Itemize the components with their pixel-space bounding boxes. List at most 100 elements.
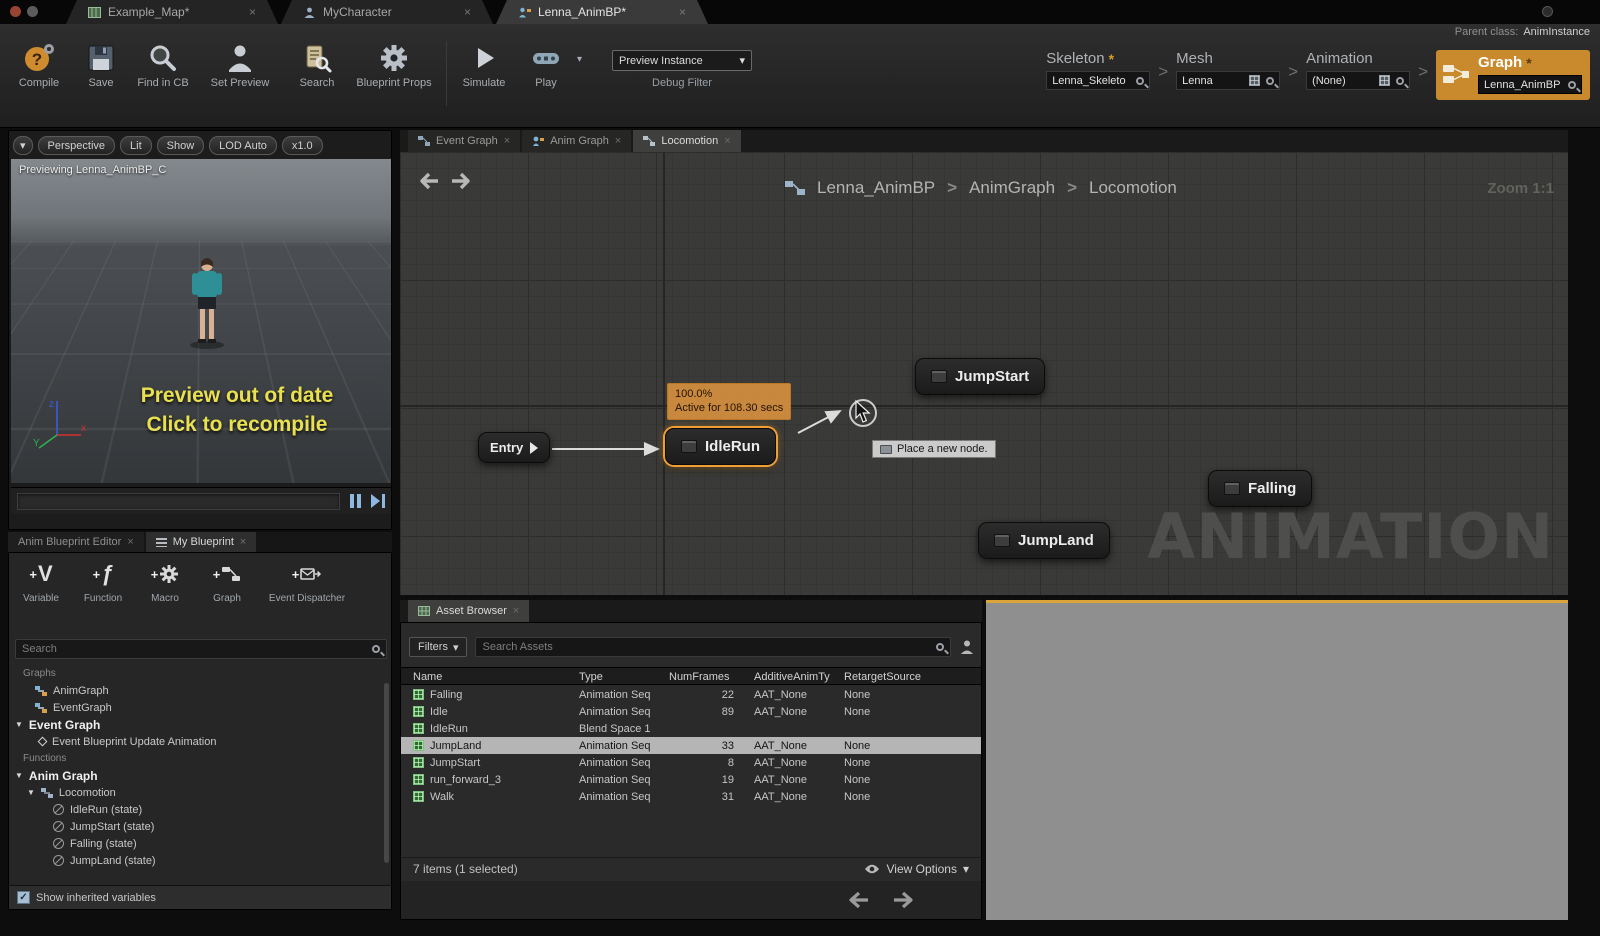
column-retarget[interactable]: RetargetSource xyxy=(844,671,961,683)
window-tab-lenna-animbp[interactable]: Lenna_AnimBP* × xyxy=(496,0,708,24)
column-name[interactable]: Name xyxy=(413,671,579,683)
tab-my-blueprint[interactable]: My Blueprint × xyxy=(145,532,257,552)
window-tab-example-map[interactable]: Example_Map* × xyxy=(66,0,278,24)
show-button[interactable]: Show xyxy=(156,136,205,155)
expander-icon[interactable]: ▼ xyxy=(15,720,23,729)
checkbox-checked[interactable]: ✓ xyxy=(17,891,30,904)
tree-item-event-bp-update[interactable]: Event Blueprint Update Animation xyxy=(9,733,391,750)
column-numframes[interactable]: NumFrames xyxy=(669,671,754,683)
compile-button[interactable]: ? Compile xyxy=(8,40,70,91)
preview-instance-dropdown[interactable]: Preview Instance ▾ xyxy=(612,50,752,71)
expander-icon[interactable]: ▼ xyxy=(27,788,35,797)
preview-warning[interactable]: Preview out of date Click to recompile xyxy=(91,381,383,440)
search-icon[interactable] xyxy=(1568,80,1576,89)
my-blueprint-search[interactable] xyxy=(15,639,387,659)
asset-row-jumpstart[interactable]: JumpStart Animation Seq 8 AAT_None None xyxy=(401,754,981,771)
close-icon[interactable]: × xyxy=(127,536,133,548)
asset-table-header[interactable]: Name Type NumFrames AdditiveAnimTy Retar… xyxy=(401,667,981,685)
tab-asset-browser[interactable]: Asset Browser × xyxy=(408,600,530,622)
column-type[interactable]: Type xyxy=(579,671,669,683)
perspective-button[interactable]: Perspective xyxy=(37,136,116,155)
viewport-menu-button[interactable]: ▾ xyxy=(13,136,33,155)
search-icon[interactable] xyxy=(1136,76,1145,85)
graph-canvas[interactable]: Lenna_AnimBP > AnimGraph > Locomotion Zo… xyxy=(400,152,1568,595)
asset-row-falling[interactable]: Falling Animation Seq 22 AAT_None None xyxy=(401,686,981,703)
user-filter-icon[interactable] xyxy=(959,639,975,655)
search-icon[interactable] xyxy=(1266,76,1275,85)
graph-picker[interactable]: Lenna_AnimBP xyxy=(1478,75,1582,94)
close-icon[interactable]: × xyxy=(724,135,730,147)
play-button[interactable]: Play xyxy=(515,40,577,91)
asset-grid-icon[interactable] xyxy=(1379,75,1391,86)
asset-search-input[interactable] xyxy=(482,641,936,653)
add-graph-button[interactable]: + Graph xyxy=(197,559,257,605)
column-additive[interactable]: AdditiveAnimTy xyxy=(754,671,844,683)
asset-row-run-forward-3[interactable]: run_forward_3 Animation Seq 19 AAT_None … xyxy=(401,771,981,788)
play-dropdown-caret[interactable]: ▾ xyxy=(577,54,582,65)
window-dot-right[interactable] xyxy=(1542,6,1553,17)
asset-grid-icon[interactable] xyxy=(1249,75,1261,86)
skeleton-picker[interactable]: Lenna_Skeleto xyxy=(1046,71,1151,90)
tree-section-graphs[interactable]: Graphs xyxy=(9,665,391,682)
node-jumpstart[interactable]: JumpStart xyxy=(915,358,1046,395)
node-entry[interactable]: Entry xyxy=(478,432,551,463)
add-event-dispatcher-button[interactable]: + Event Dispatcher xyxy=(259,559,355,605)
tab-locomotion[interactable]: Locomotion × xyxy=(633,130,741,152)
blueprint-props-button[interactable]: Blueprint Props xyxy=(348,40,440,91)
simulate-button[interactable]: Simulate xyxy=(453,40,515,91)
next-asset-button[interactable] xyxy=(892,890,918,910)
pause-button[interactable] xyxy=(350,494,361,508)
viewport-3d-view[interactable]: Previewing Lenna_AnimBP_C Preview out of… xyxy=(11,159,391,483)
tab-event-graph[interactable]: Event Graph × xyxy=(408,130,521,152)
tab-anim-graph[interactable]: Anim Graph × xyxy=(522,130,632,152)
node-jumpland[interactable]: JumpLand xyxy=(978,522,1110,559)
filters-button[interactable]: Filters ▾ xyxy=(409,637,468,657)
close-icon[interactable]: × xyxy=(615,135,621,147)
close-icon[interactable]: × xyxy=(240,536,246,548)
asset-search[interactable] xyxy=(475,637,951,657)
add-variable-button[interactable]: + V Variable xyxy=(11,559,71,604)
window-dot-gray[interactable] xyxy=(27,6,38,17)
tree-item-jumpstart-state[interactable]: JumpStart (state) xyxy=(9,818,391,835)
node-idlerun[interactable]: IdleRun xyxy=(665,428,776,465)
tree-item-event-graph[interactable]: ▼ Event Graph xyxy=(9,716,391,733)
tree-item-animgraph[interactable]: AnimGraph xyxy=(9,682,391,699)
tree-section-functions[interactable]: Functions xyxy=(9,750,391,767)
output-pin-icon[interactable] xyxy=(530,441,539,454)
lod-auto-button[interactable]: LOD Auto xyxy=(209,136,277,155)
tab-anim-blueprint-editor[interactable]: Anim Blueprint Editor × xyxy=(8,532,144,552)
find-in-cb-button[interactable]: Find in CB xyxy=(132,40,194,91)
mesh-picker[interactable]: Lenna xyxy=(1176,71,1281,90)
search-button[interactable]: Search xyxy=(286,40,348,91)
add-function-button[interactable]: + ƒ Function xyxy=(73,559,133,604)
search-icon[interactable] xyxy=(1396,76,1405,85)
window-dot-red[interactable] xyxy=(10,6,21,17)
tree-item-eventgraph[interactable]: EventGraph xyxy=(9,699,391,716)
tree-item-falling-state[interactable]: Falling (state) xyxy=(9,835,391,852)
window-tab-mycharacter[interactable]: MyCharacter × xyxy=(281,0,493,24)
scrollbar[interactable] xyxy=(384,683,389,863)
tree-item-locomotion[interactable]: ▼ Locomotion xyxy=(9,784,391,801)
view-options-button[interactable]: View Options ▾ xyxy=(864,862,969,876)
close-icon[interactable]: × xyxy=(513,605,519,617)
add-macro-button[interactable]: + Macro xyxy=(135,559,195,604)
chain-graph-active[interactable]: Graph * Lenna_AnimBP xyxy=(1436,50,1590,100)
tree-item-jumpland-state[interactable]: JumpLand (state) xyxy=(9,852,391,869)
speed-button[interactable]: x1.0 xyxy=(281,136,323,155)
set-preview-button[interactable]: Set Preview xyxy=(194,40,286,91)
tree-item-idlerun-state[interactable]: IdleRun (state) xyxy=(9,801,391,818)
expander-icon[interactable]: ▼ xyxy=(15,771,23,780)
close-icon[interactable]: × xyxy=(464,5,471,19)
step-forward-button[interactable] xyxy=(371,494,385,508)
close-icon[interactable]: × xyxy=(249,5,256,19)
prev-asset-button[interactable] xyxy=(844,890,870,910)
close-icon[interactable]: × xyxy=(679,5,686,19)
lit-button[interactable]: Lit xyxy=(120,136,152,155)
close-icon[interactable]: × xyxy=(504,135,510,147)
save-button[interactable]: Save xyxy=(70,40,132,91)
tree-item-anim-graph[interactable]: ▼ Anim Graph xyxy=(9,767,391,784)
asset-row-idle[interactable]: Idle Animation Seq 89 AAT_None None xyxy=(401,703,981,720)
asset-row-jumpland-selected[interactable]: JumpLand Animation Seq 33 AAT_None None xyxy=(401,737,981,754)
search-input[interactable] xyxy=(22,643,372,655)
asset-row-walk[interactable]: Walk Animation Seq 31 AAT_None None xyxy=(401,788,981,805)
